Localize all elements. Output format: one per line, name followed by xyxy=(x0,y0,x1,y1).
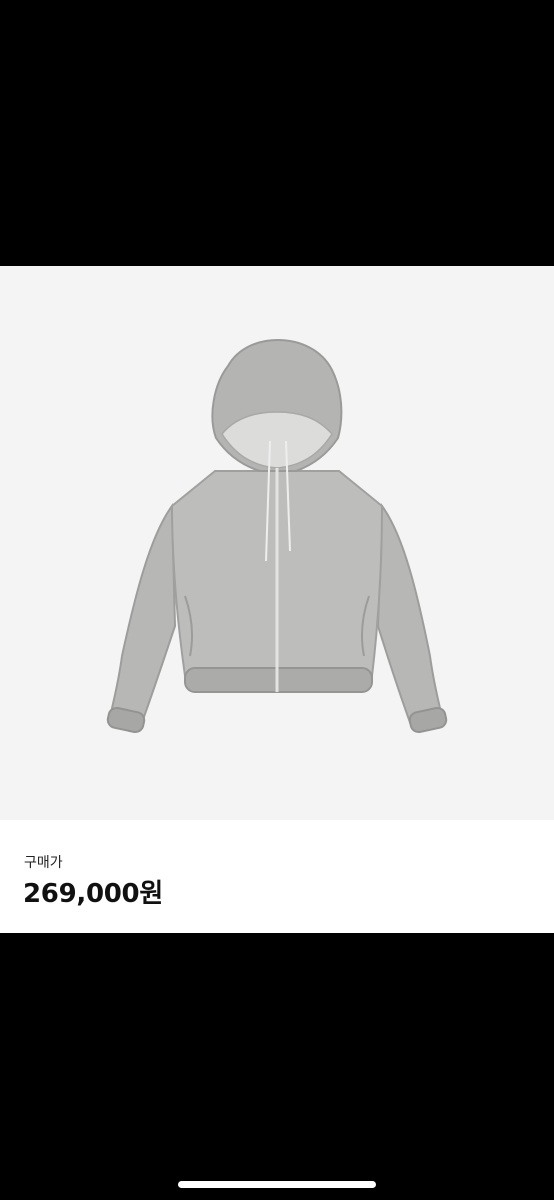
screen: 구매가 269,000원 xyxy=(0,0,554,1200)
price-panel: 구매가 269,000원 xyxy=(0,820,554,933)
left-sleeve xyxy=(108,503,177,730)
jacket-illustration xyxy=(106,338,448,734)
price-label: 구매가 xyxy=(24,855,63,871)
right-sleeve xyxy=(376,503,444,730)
home-indicator[interactable] xyxy=(178,1181,376,1188)
price-value: 269,000원 xyxy=(23,879,163,909)
product-image[interactable] xyxy=(0,266,554,820)
